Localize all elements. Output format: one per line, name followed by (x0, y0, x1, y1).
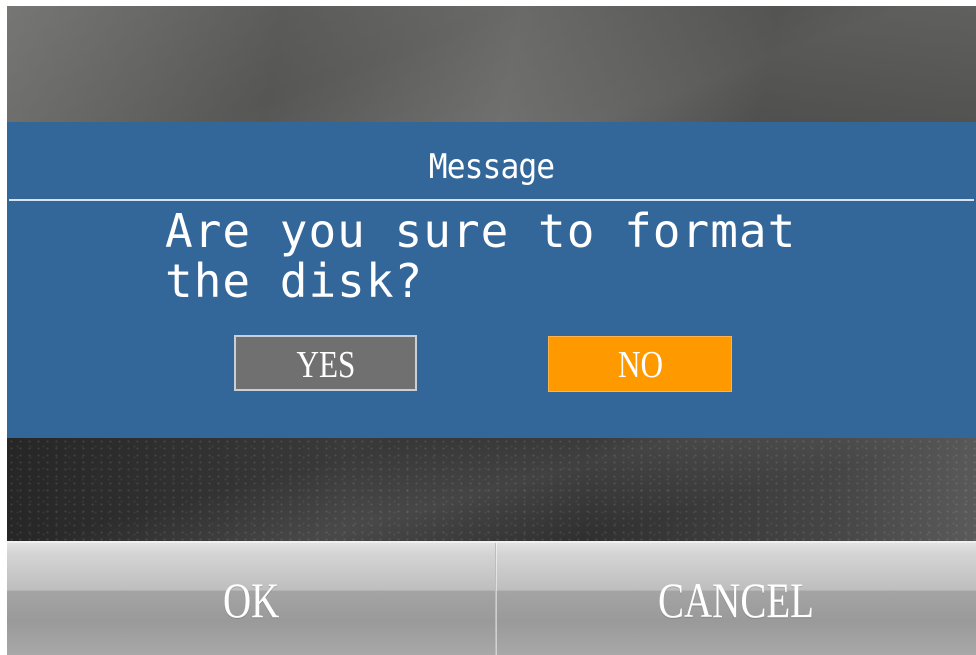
device-screen: Message Are you sure to format the disk?… (7, 6, 976, 655)
cancel-softkey-label: CANCEL (658, 572, 814, 628)
no-button[interactable]: NO (548, 336, 732, 392)
ok-softkey[interactable]: OK (7, 543, 495, 655)
dialog-message: Are you sure to format the disk? (165, 204, 797, 308)
message-dialog: Message Are you sure to format the disk?… (7, 122, 976, 438)
no-button-label: NO (617, 344, 663, 386)
dialog-title: Message (428, 147, 555, 187)
cancel-softkey[interactable]: CANCEL (496, 543, 976, 655)
ok-softkey-label: OK (222, 572, 280, 628)
background-top (7, 6, 976, 122)
yes-button[interactable]: YES (234, 335, 417, 391)
yes-button-label: YES (296, 344, 355, 386)
softkey-bar: OK CANCEL (7, 541, 976, 655)
dialog-divider (9, 199, 974, 201)
background-middle (7, 438, 976, 541)
